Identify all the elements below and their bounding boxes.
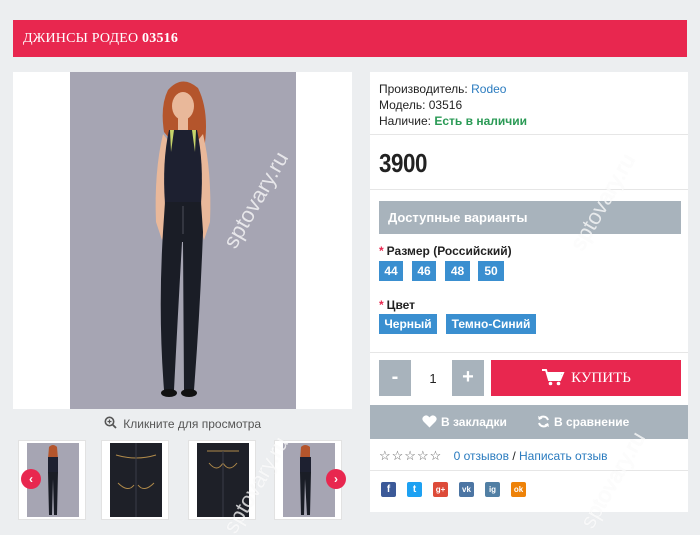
buy-button[interactable]: КУПИТЬ [491, 360, 681, 396]
manufacturer-label: Производитель: [379, 82, 468, 96]
write-review-link[interactable]: Написать отзыв [519, 449, 607, 463]
size-option-46[interactable]: 46 [412, 261, 436, 281]
divider [370, 470, 688, 471]
availability-value: Есть в наличии [434, 114, 527, 128]
product-meta: Производитель: Rodeo Модель: 03516 Налич… [379, 81, 527, 129]
availability-label: Наличие: [379, 114, 432, 128]
instagram-icon[interactable]: ig [485, 482, 500, 497]
reviews-separator: / [512, 449, 516, 463]
size-label-text: Размер (Российский) [386, 244, 512, 258]
model-illustration [70, 72, 296, 409]
main-product-photo[interactable] [70, 72, 296, 409]
heart-icon [422, 415, 437, 428]
divider [370, 134, 688, 135]
color-option-black[interactable]: Черный [379, 314, 437, 334]
color-label-text: Цвет [386, 298, 416, 312]
required-mark: * [379, 244, 384, 258]
reviews-row: ☆☆☆☆☆ 0 отзывов / Написать отзыв [379, 448, 607, 464]
compare-button[interactable]: В сравнение [537, 405, 629, 439]
thumbnail-3[interactable] [188, 440, 256, 520]
compare-label: В сравнение [554, 415, 630, 429]
manufacturer-link[interactable]: Rodeo [471, 82, 506, 96]
size-option-label: * Размер (Российский) [379, 244, 512, 258]
quantity-decrease-button[interactable]: - [379, 360, 411, 396]
product-title: ДЖИНСЫ РОДЕО [23, 31, 139, 46]
quantity-increase-button[interactable]: + [452, 360, 484, 396]
thumbnail-2-image [110, 443, 162, 517]
size-option-48[interactable]: 48 [445, 261, 470, 281]
bookmark-label: В закладки [441, 415, 507, 429]
rating-stars-icon: ☆☆☆☆☆ [379, 448, 443, 463]
size-option-50[interactable]: 50 [478, 261, 504, 281]
product-title-code: 03516 [142, 31, 179, 46]
facebook-icon[interactable]: f [381, 482, 396, 497]
model-label: Модель: [379, 98, 426, 112]
variants-heading: Доступные варианты [379, 201, 681, 234]
thumbnail-strip: ‹ › [13, 438, 352, 522]
zoom-icon [104, 411, 117, 439]
thumbnail-prev-arrow[interactable]: ‹ [21, 469, 41, 489]
color-option-dark-blue[interactable]: Темно-Синий [446, 314, 536, 334]
manufacturer-row: Производитель: Rodeo [379, 81, 527, 97]
vk-icon[interactable]: vk [459, 482, 474, 497]
twitter-icon[interactable]: t [407, 482, 422, 497]
google-plus-icon[interactable]: g+ [433, 482, 448, 497]
actions-bar: В закладки В сравнение [370, 405, 688, 439]
required-mark: * [379, 298, 384, 312]
product-title-bar: ДЖИНСЫ РОДЕО 03516 [13, 20, 687, 57]
refresh-icon [538, 415, 549, 428]
model-value: 03516 [428, 98, 463, 112]
odnoklassniki-icon[interactable]: ok [511, 482, 526, 497]
model-row: Модель: 03516 [379, 97, 527, 113]
bookmark-button[interactable]: В закладки [422, 405, 507, 439]
zoom-caption[interactable]: Кликните для просмотра [13, 410, 352, 438]
thumbnail-2[interactable] [101, 440, 169, 520]
main-image-panel[interactable] [13, 72, 352, 409]
quantity-input[interactable] [414, 360, 452, 396]
product-price: 3900 [379, 148, 428, 178]
zoom-caption-text: Кликните для просмотра [123, 417, 262, 431]
buy-button-label: КУПИТЬ [571, 370, 631, 386]
thumbnail-next-arrow[interactable]: › [326, 469, 346, 489]
thumbnail-3-image [197, 443, 249, 517]
availability-row: Наличие: Есть в наличии [379, 113, 527, 129]
color-option-label: * Цвет [379, 298, 415, 312]
cart-icon [542, 369, 565, 386]
divider [370, 352, 688, 353]
top-strip [0, 0, 700, 14]
size-option-44[interactable]: 44 [379, 261, 403, 281]
reviews-count-link[interactable]: 0 отзывов [454, 449, 509, 463]
divider [370, 189, 688, 190]
product-info-panel: Производитель: Rodeo Модель: 03516 Налич… [370, 72, 688, 512]
